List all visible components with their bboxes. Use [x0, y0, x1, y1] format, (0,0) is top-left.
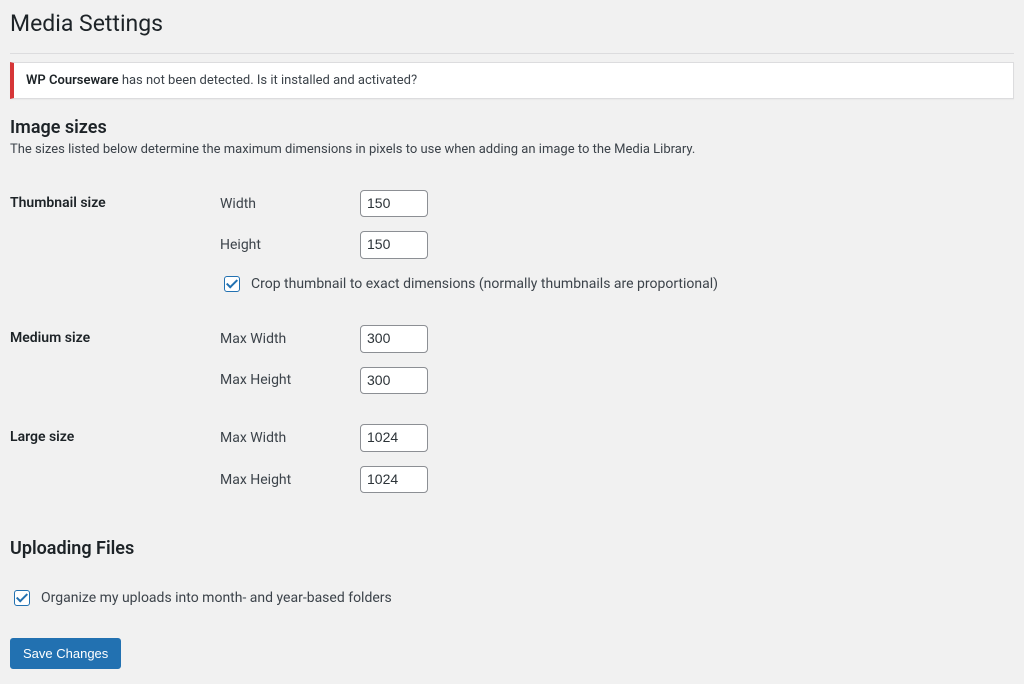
large-row: Large size Max Width Max Height	[10, 409, 1014, 508]
organize-uploads-text: Organize my uploads into month- and year…	[41, 590, 392, 606]
medium-max-height-input[interactable]	[360, 367, 428, 395]
large-max-width-label: Max Width	[220, 430, 360, 446]
large-max-width-input[interactable]	[360, 424, 428, 452]
medium-row: Medium size Max Width Max Height	[10, 310, 1014, 409]
organize-uploads-label-wrap[interactable]: Organize my uploads into month- and year…	[10, 587, 392, 609]
medium-max-width-input[interactable]	[360, 325, 428, 353]
uploading-heading: Uploading Files	[10, 538, 1014, 559]
page-title: Media Settings	[10, 0, 1014, 53]
notice-message: has not been detected. Is it installed a…	[119, 73, 418, 88]
large-label: Large size	[10, 409, 220, 508]
medium-label: Medium size	[10, 310, 220, 409]
medium-max-width-label: Max Width	[220, 331, 360, 347]
save-changes-button[interactable]: Save Changes	[10, 638, 121, 669]
image-sizes-description: The sizes listed below determine the max…	[10, 142, 1014, 157]
thumbnail-label: Thumbnail size	[10, 175, 220, 310]
thumbnail-height-label: Height	[220, 237, 360, 253]
image-sizes-table: Thumbnail size Width Height Crop thumbna…	[10, 175, 1014, 509]
thumbnail-width-label: Width	[220, 196, 360, 212]
thumbnail-row: Thumbnail size Width Height Crop thumbna…	[10, 175, 1014, 310]
image-sizes-heading: Image sizes	[10, 117, 1014, 138]
thumbnail-crop-label-wrap[interactable]: Crop thumbnail to exact dimensions (norm…	[220, 273, 718, 295]
title-divider	[10, 53, 1014, 54]
thumbnail-width-input[interactable]	[360, 190, 428, 218]
medium-max-height-label: Max Height	[220, 372, 360, 388]
organize-uploads-checkbox[interactable]	[14, 590, 30, 606]
notice-error: WP Courseware has not been detected. Is …	[10, 62, 1014, 99]
thumbnail-crop-checkbox[interactable]	[224, 276, 240, 292]
large-max-height-label: Max Height	[220, 472, 360, 488]
large-max-height-input[interactable]	[360, 466, 428, 494]
notice-plugin-name: WP Courseware	[26, 73, 119, 88]
thumbnail-crop-text: Crop thumbnail to exact dimensions (norm…	[251, 276, 718, 292]
thumbnail-height-input[interactable]	[360, 231, 428, 259]
